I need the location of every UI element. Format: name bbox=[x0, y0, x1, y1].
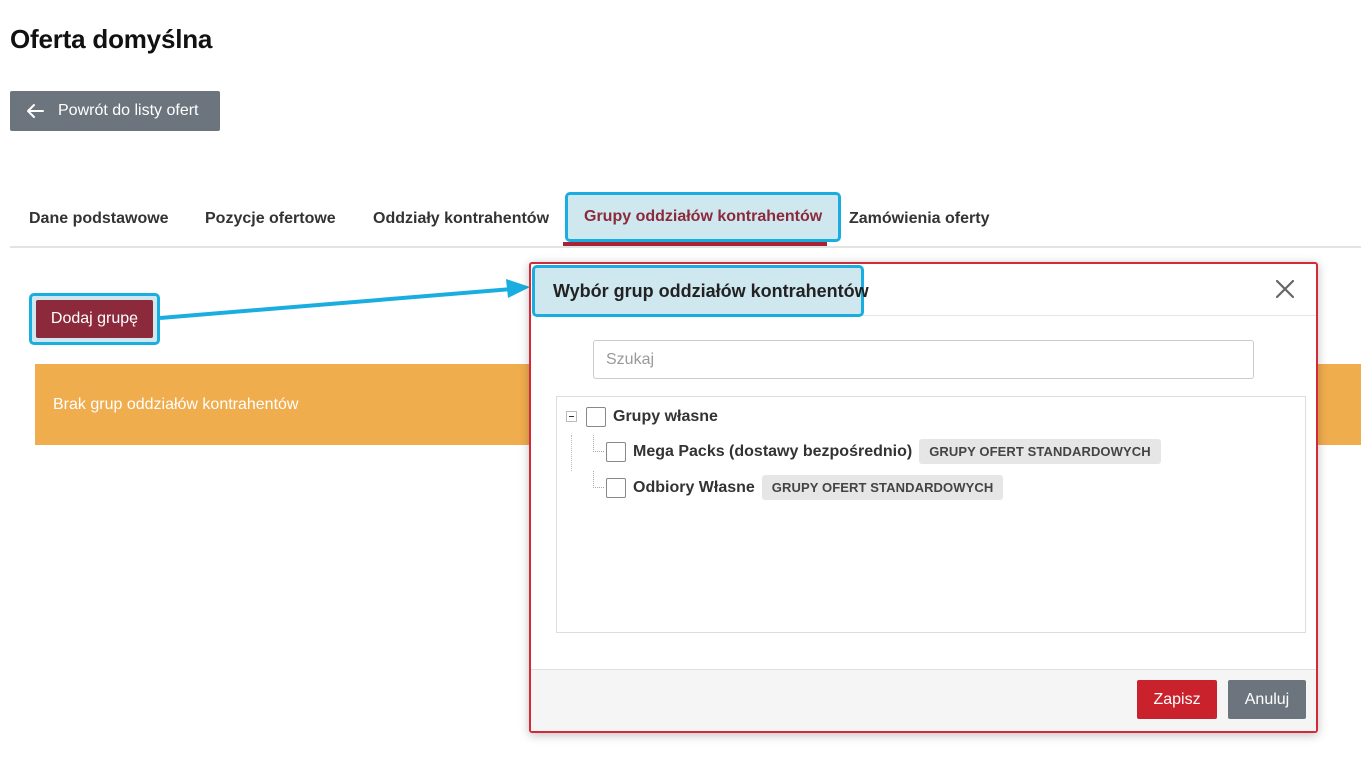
tree-connector bbox=[593, 435, 604, 452]
tree-node-label: Mega Packs (dostawy bezpośrednio) bbox=[633, 442, 913, 460]
empty-groups-message: Brak grup oddziałów kontrahentów bbox=[53, 395, 299, 413]
active-tab-indicator bbox=[563, 242, 827, 246]
group-tree: Grupy własne Mega Packs (dostawy bezpośr… bbox=[556, 396, 1306, 633]
modal-footer: Zapisz Anuluj bbox=[531, 669, 1316, 731]
page-title: Oferta domyślna bbox=[10, 24, 213, 54]
back-to-offers-button[interactable]: Powrót do listy ofert bbox=[10, 91, 220, 131]
add-group-highlight: Dodaj grupę bbox=[29, 293, 160, 345]
cancel-button[interactable]: Anuluj bbox=[1228, 680, 1306, 719]
tree-connector bbox=[593, 471, 604, 488]
child-checkbox[interactable] bbox=[606, 477, 626, 498]
tab-basic-data[interactable]: Dane podstawowe bbox=[29, 193, 169, 244]
tree-node-root: Grupy własne bbox=[586, 407, 718, 427]
child-checkbox[interactable] bbox=[606, 441, 626, 462]
tab-offer-orders[interactable]: Zamówienia oferty bbox=[849, 193, 989, 244]
tree-node-label: Grupy własne bbox=[613, 408, 718, 425]
back-button-label: Powrót do listy ofert bbox=[58, 102, 199, 119]
group-selection-modal: Wybór grup oddziałów kontrahentów Grupy … bbox=[529, 262, 1318, 733]
tab-offer-items[interactable]: Pozycje ofertowe bbox=[205, 193, 336, 244]
group-type-badge: GRUPY OFERT STANDARDOWYCH bbox=[761, 475, 1004, 500]
save-button[interactable]: Zapisz bbox=[1137, 680, 1217, 719]
tab-contractor-branch-groups[interactable]: Grupy oddziałów kontrahentów bbox=[565, 192, 842, 242]
group-type-badge: GRUPY OFERT STANDARDOWYCH bbox=[919, 439, 1161, 464]
add-group-button[interactable]: Dodaj grupę bbox=[36, 300, 153, 338]
tree-node-label: Odbiory Własne bbox=[633, 478, 755, 496]
modal-title: Wybór grup oddziałów kontrahentów bbox=[532, 265, 869, 317]
modal-header: Wybór grup oddziałów kontrahentów bbox=[531, 264, 1316, 317]
root-checkbox[interactable] bbox=[586, 407, 606, 427]
tree-node-child: Mega Packs (dostawy bezpośrednio) GRUPY … bbox=[606, 439, 1161, 464]
collapse-tree-icon[interactable] bbox=[566, 411, 577, 422]
close-icon[interactable] bbox=[1274, 278, 1296, 300]
tree-node-child: Odbiory Własne GRUPY OFERT STANDARDOWYCH bbox=[606, 475, 1004, 500]
tree-guide-line bbox=[571, 435, 573, 471]
search-input[interactable] bbox=[593, 340, 1254, 379]
tab-bar: Dane podstawowe Pozycje ofertowe Oddział… bbox=[10, 192, 1361, 248]
arrow-left-icon bbox=[27, 104, 44, 118]
tab-contractor-branches[interactable]: Oddziały kontrahentów bbox=[373, 193, 549, 244]
